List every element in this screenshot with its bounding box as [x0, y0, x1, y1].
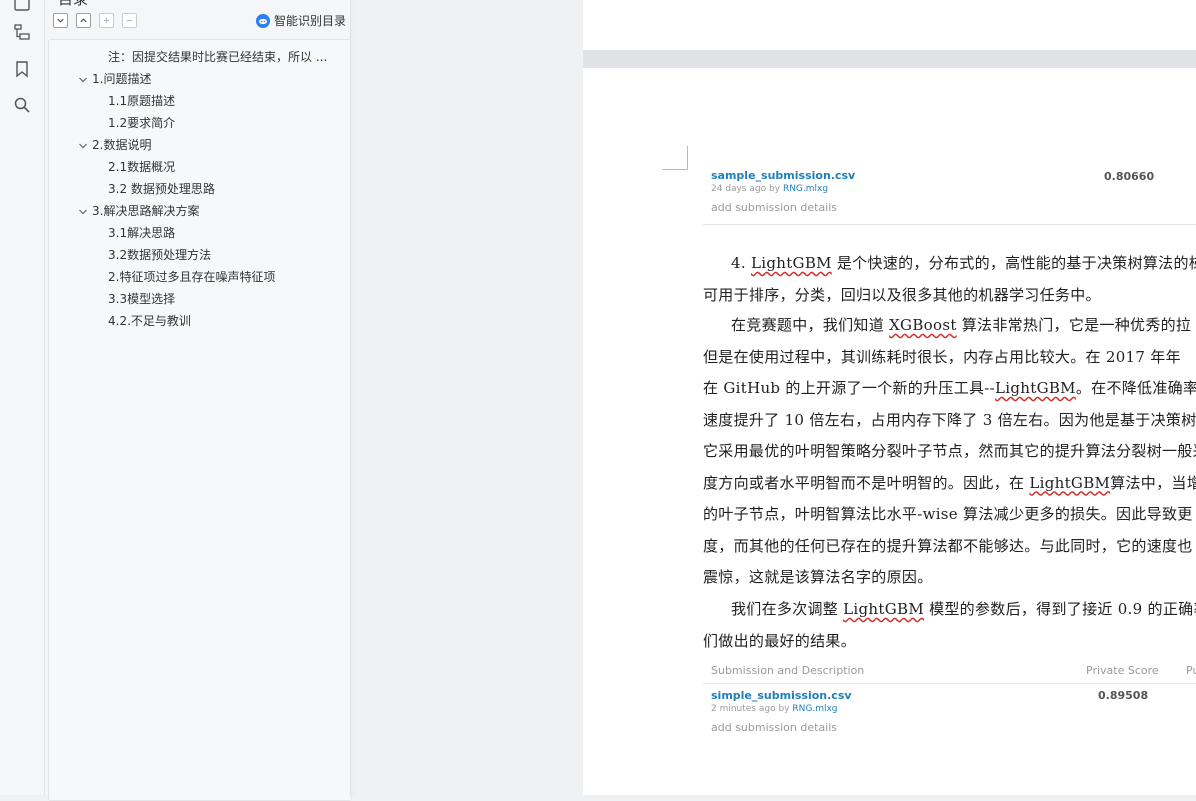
text-run: 。在不降低准确率的	[1075, 379, 1196, 397]
submission-user: RNG.mlxg	[782, 184, 829, 194]
outline-panel: 目录 智能识别目录 注：因提交结果时比赛已经结束，所以 ... 1.问题描述 1…	[45, 0, 352, 801]
paragraph-line: 震惊，这就是该算法名字的原因。	[703, 566, 933, 587]
header-divider	[703, 683, 1196, 684]
paragraph-line: 我们在多次调整 LightGBM 模型的参数后，得到了接近 0.9 的正确率	[731, 598, 1196, 619]
smart-toc-button[interactable]: 智能识别目录	[255, 12, 346, 29]
paragraph-line: 们做出的最好的结果。	[703, 630, 856, 651]
outline-item-2-1[interactable]: 2.1数据概况	[108, 157, 175, 177]
paragraph-line: 度方向或者水平明智而不是叶明智的。因此，在 LightGBM算法中，当增长	[703, 472, 1196, 493]
paragraph-line: 4. LightGBM 是个快速的，分布式的，高性能的基于决策树算法的梯度提	[731, 252, 1196, 273]
outline-item-1-1[interactable]: 1.1原题描述	[108, 91, 175, 111]
add-submission-details: add submission details	[711, 721, 838, 734]
plus-icon	[103, 17, 110, 24]
outline-view-icon[interactable]	[9, 0, 35, 16]
submission-meta: 2 minutes ago by RNG.mlxg	[711, 704, 838, 714]
add-heading-button[interactable]	[99, 13, 114, 28]
text-run: 在竞赛题中，我们知道	[731, 316, 890, 334]
collapse-all-button[interactable]	[76, 13, 91, 28]
text-run: 我们在多次调整	[731, 600, 844, 618]
chevron-down-icon[interactable]	[78, 141, 88, 151]
page-margin-mark	[662, 146, 688, 170]
chevron-down-icon	[57, 18, 64, 23]
text-run: 模型的参数后，得到了接近 0.9 的正确率	[924, 600, 1196, 618]
paragraph-line: 在 GitHub 的上开源了一个新的升压工具--LightGBM。在不降低准确率…	[703, 377, 1196, 398]
outline-item-section-2[interactable]: 2.数据说明	[92, 135, 151, 155]
spellcheck-word: LightGBM	[750, 254, 832, 272]
outline-item-3-2-b[interactable]: 3.2数据预处理方法	[108, 245, 211, 265]
submission-file-link: simple_submission.csv	[711, 689, 852, 702]
chevron-down-icon[interactable]	[78, 207, 88, 217]
outline-item-note[interactable]: 注：因提交结果时比赛已经结束，所以 ...	[108, 47, 338, 67]
spellcheck-word: LightGBM	[1029, 473, 1111, 492]
ai-robot-icon	[255, 13, 270, 28]
text-run: 可用于排序，分类，回归以及很多其他的机器学习任务中。	[703, 285, 1101, 304]
submission-meta: 24 days ago by RNG.mlxg	[711, 184, 828, 194]
text-run: 4.	[731, 254, 751, 272]
text-run: 度方向或者水平明智而不是叶明智的。因此，在	[703, 473, 1030, 492]
paragraph-line: 可用于排序，分类，回归以及很多其他的机器学习任务中。	[703, 284, 1101, 305]
paragraph-line: 速度提升了 10 倍左右，占用内存下降了 3 倍左右。因为他是基于决策树算	[703, 409, 1196, 430]
submission-file-link: sample_submission.csv	[711, 169, 856, 182]
spellcheck-word: LightGBM	[995, 379, 1076, 397]
paragraph-line: 但是在使用过程中，其训练耗时很长，内存占用比较大。在 2017 年年	[703, 346, 1181, 367]
submission-time: 2 minutes ago by	[711, 704, 790, 714]
text-run: 速度提升了 10 倍左右，占用内存下降了 3 倍左右。因为他是基于决策树算	[703, 410, 1196, 429]
text-run: 的叶子节点，叶明智算法比水平-wise 算法减少更多的损失。因此导致更	[703, 505, 1193, 523]
text-run: 它采用最优的叶明智策略分裂叶子节点，然而其它的提升算法分裂树一般采	[703, 442, 1196, 460]
submission-user: RNG.mlxg	[792, 704, 838, 714]
structure-tree-icon[interactable]	[9, 19, 35, 45]
outline-item-3-1[interactable]: 3.1解决思路	[108, 223, 175, 243]
outline-title: 目录	[58, 0, 88, 9]
paragraph-line: 度，而其他的任何已存在的提升算法都不能够达。与此同时，它的速度也	[703, 535, 1193, 556]
text-run: 算法中，当增长	[1110, 473, 1196, 492]
submission-score: 0.80660	[1104, 170, 1155, 183]
text-run: 度，而其他的任何已存在的提升算法都不能够达。与此同时，它的速度也	[703, 536, 1193, 555]
submission-score: 0.89508	[1098, 689, 1149, 702]
document-page-previous	[583, 0, 1196, 50]
text-run: 但是在使用过程中，其训练耗时很长，内存占用比较大。在 2017 年年	[703, 347, 1181, 366]
paragraph-line: 它采用最优的叶明智策略分裂叶子节点，然而其它的提升算法分裂树一般采	[703, 440, 1196, 461]
minus-icon	[126, 19, 133, 22]
outline-item-1-2[interactable]: 1.2要求简介	[108, 113, 175, 133]
left-toolbar	[0, 0, 45, 795]
header-public-score: Pu	[1186, 664, 1196, 677]
paragraph-line: 在竞赛题中，我们知道 XGBoost 算法非常热门，它是一种优秀的拉	[731, 314, 1191, 335]
add-submission-details: add submission details	[711, 201, 838, 214]
chevron-up-icon	[80, 18, 87, 23]
paragraph-line: 的叶子节点，叶明智算法比水平-wise 算法减少更多的损失。因此导致更	[703, 503, 1193, 524]
outline-item-3-3[interactable]: 3.3模型选择	[108, 289, 175, 309]
outline-item-4-2[interactable]: 4.2.不足与教训	[108, 311, 191, 331]
search-icon[interactable]	[9, 92, 35, 118]
text-run: 们做出的最好的结果。	[703, 631, 857, 650]
outline-item-2-feature[interactable]: 2.特征项过多且存在噪声特征项	[108, 267, 275, 287]
text-run: 是个快速的，分布式的，高性能的基于决策树算法的梯度提	[831, 254, 1196, 272]
outline-item-3-2-a[interactable]: 3.2 数据预处理思路	[108, 179, 215, 199]
outline-toolbar	[53, 13, 137, 29]
outline-item-section-1[interactable]: 1.问题描述	[92, 69, 151, 89]
submission-time: 24 days ago by	[711, 184, 781, 194]
text-run: 算法非常热门，它是一种优秀的拉	[956, 316, 1192, 334]
outline-list: 注：因提交结果时比赛已经结束，所以 ... 1.问题描述 1.1原题描述 1.2…	[48, 39, 352, 801]
page-gap	[583, 50, 1196, 68]
outline-item-section-3[interactable]: 3.解决思路解决方案	[92, 201, 199, 221]
spellcheck-word: LightGBM	[843, 600, 924, 618]
bookmark-icon[interactable]	[9, 56, 35, 82]
row-divider	[703, 224, 1196, 225]
remove-heading-button[interactable]	[122, 13, 137, 28]
text-run: 震惊，这就是该算法名字的原因。	[703, 568, 933, 586]
expand-all-button[interactable]	[53, 13, 68, 28]
smart-toc-label: 智能识别目录	[273, 14, 346, 28]
header-submission-description: Submission and Description	[711, 664, 865, 677]
header-private-score: Private Score	[1086, 664, 1159, 677]
text-run: 在 GitHub 的上开源了一个新的升压工具--	[703, 379, 996, 397]
chevron-down-icon[interactable]	[78, 75, 88, 85]
spellcheck-word: XGBoost	[889, 316, 957, 334]
